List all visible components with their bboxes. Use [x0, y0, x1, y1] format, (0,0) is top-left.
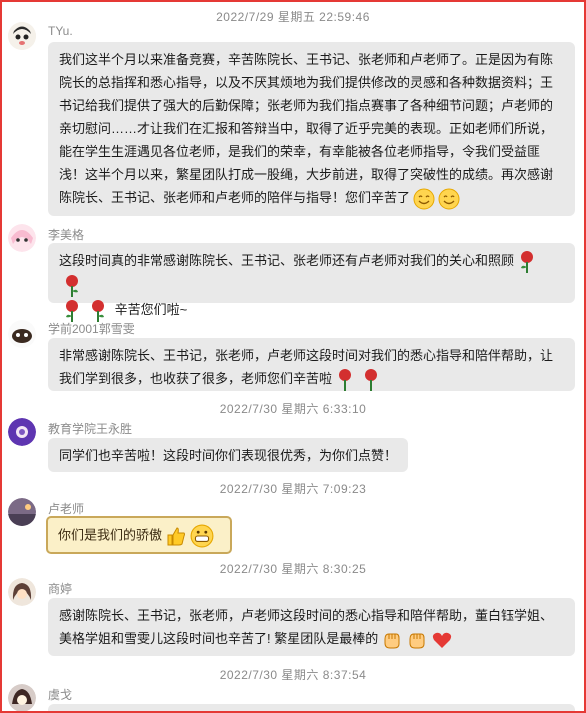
- avatar[interactable]: [8, 578, 36, 606]
- fist-icon: [384, 633, 400, 649]
- avatar[interactable]: [8, 22, 36, 50]
- rose-icon: [339, 368, 352, 391]
- avatar[interactable]: [8, 320, 36, 348]
- avatar[interactable]: [8, 418, 36, 446]
- message-bubble[interactable]: 非常感谢陈院长、王书记，张老师，卢老师这段时间对我们的悉心指导和陪伴帮助，让我们…: [48, 338, 575, 391]
- message-text: 我们这半个月以来准备竞赛，辛苦陈院长、王书记、张老师和卢老师了。正是因为有陈院长…: [59, 52, 554, 205]
- sender-name: TYu.: [48, 24, 73, 38]
- message-bubble[interactable]: 我们这半个月以来准备竞赛，辛苦陈院长、王书记、张老师和卢老师了。正是因为有陈院长…: [48, 42, 575, 216]
- chat-history-panel: 2022/7/29 星期五 22:59:46 TYu. 我们这半个月以来准备竞赛…: [0, 0, 586, 713]
- timestamp: 2022/7/30 星期六 8:30:25: [219, 562, 367, 576]
- fist-icon: [409, 633, 425, 649]
- sender-name: 商婷: [48, 582, 73, 596]
- message-text: 感谢陈院长、王书记，张老师，卢老师这段时间的悉心指导和陪伴帮助，董白钰学姐、美格…: [59, 608, 554, 646]
- sender-name: 卢老师: [48, 502, 85, 516]
- message-text: 你们是我们的骄傲: [58, 527, 163, 543]
- message-bubble[interactable]: [48, 704, 575, 711]
- message-bubble[interactable]: 同学们也辛苦啦！这段时间你们表现很优秀，为你们点赞！: [48, 438, 408, 472]
- smile-emoji-icon: [413, 188, 435, 210]
- message-text: 这段时间真的非常感谢陈院长、王书记、张老师还有卢老师对我们的关心和照顾: [59, 253, 515, 268]
- timestamp: 2022/7/29 星期五 22:59:46: [216, 10, 370, 24]
- rose-icon: [521, 250, 534, 273]
- sender-name: 学前2001郭雪雯: [48, 322, 135, 336]
- heart-icon: [433, 632, 452, 648]
- message-text: 辛苦您们啦~: [114, 302, 188, 318]
- sender-name: 虞戈: [48, 688, 73, 702]
- sender-name: 教育学院王永胜: [48, 422, 133, 436]
- timestamp: 2022/7/30 星期六 8:37:54: [219, 668, 367, 682]
- message-text: 非常感谢陈院长、王书记，张老师，卢老师这段时间对我们的悉心指导和陪伴帮助，让我们…: [59, 348, 554, 386]
- grin-emoji-icon: [190, 524, 214, 548]
- timestamp: 2022/7/30 星期六 6:33:10: [219, 402, 367, 416]
- avatar[interactable]: [8, 684, 36, 711]
- message-text: 同学们也辛苦啦！这段时间你们表现很优秀，为你们点赞！: [59, 448, 398, 463]
- sender-name: 李美格: [48, 228, 85, 242]
- smile-emoji-icon: [438, 188, 460, 210]
- rose-icon: [66, 275, 78, 298]
- message-bubble[interactable]: 感谢陈院长、王书记，张老师，卢老师这段时间的悉心指导和陪伴帮助，董白钰学姐、美格…: [48, 598, 575, 656]
- avatar[interactable]: [8, 498, 36, 526]
- avatar[interactable]: [8, 224, 36, 252]
- thumbs-up-icon: [167, 527, 186, 546]
- message-bubble[interactable]: 你们是我们的骄傲: [46, 516, 232, 554]
- timestamp: 2022/7/30 星期六 7:09:23: [219, 482, 367, 496]
- message-bubble[interactable]: 这段时间真的非常感谢陈院长、王书记、张老师还有卢老师对我们的关心和照顾 辛苦您们…: [48, 243, 575, 322]
- rose-icon: [365, 368, 378, 391]
